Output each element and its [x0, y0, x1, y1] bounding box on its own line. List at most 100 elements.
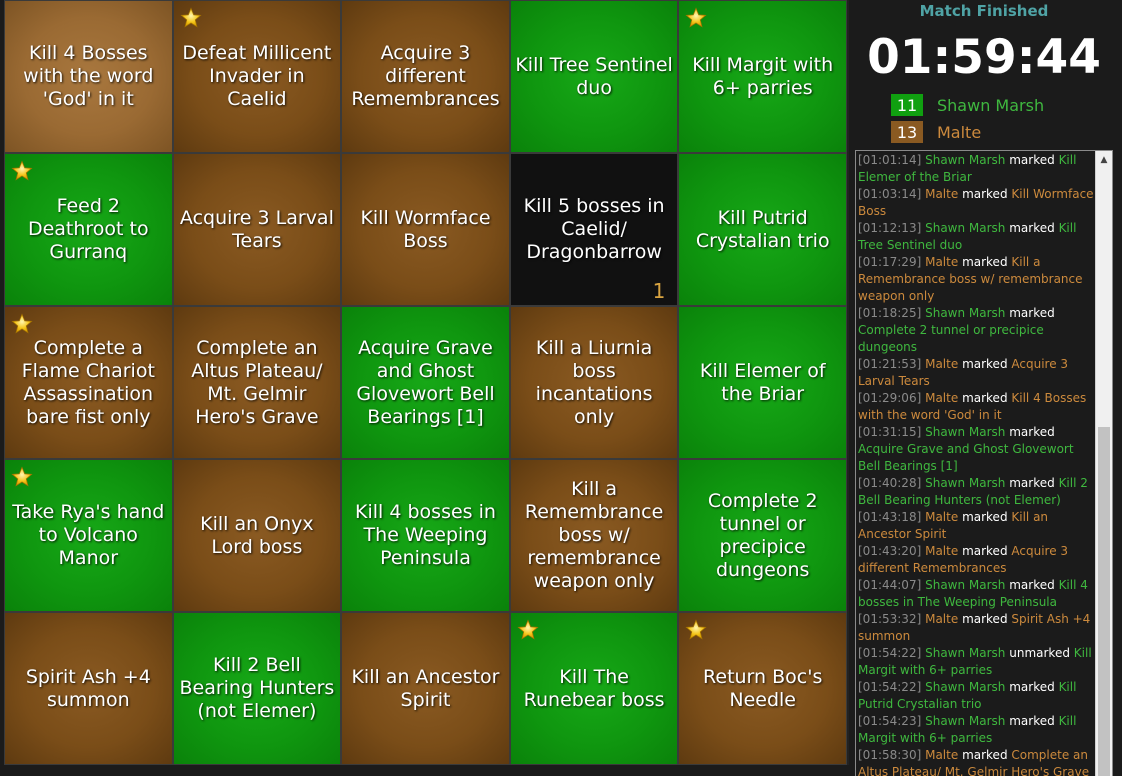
- bingo-cell-label: Kill an Ancestor Spirit: [351, 665, 500, 711]
- bingo-cell[interactable]: Complete a Flame Chariot Assassination b…: [4, 306, 173, 459]
- log-time: [01:21:53]: [858, 357, 922, 371]
- bingo-cell-label: Feed 2 Deathroot to Gurranq: [27, 195, 149, 263]
- bingo-cell-label: Kill a Remembrance boss w/ remembrance w…: [524, 478, 664, 592]
- log-time: [01:44:07]: [858, 578, 922, 592]
- bingo-cell[interactable]: Acquire 3 different Remembrances: [341, 0, 510, 153]
- bingo-cell-label: Kill Wormface Boss: [360, 206, 491, 252]
- bingo-cell[interactable]: Complete 2 tunnel or precipice dungeons: [678, 459, 847, 612]
- bingo-cell[interactable]: Kill 2 Bell Bearing Hunters (not Elemer): [172, 612, 342, 765]
- bingo-cell[interactable]: Kill a Remembrance boss w/ remembrance w…: [509, 459, 679, 612]
- log-time: [01:53:32]: [858, 612, 922, 626]
- log-scrollbar[interactable]: ▲: [1095, 151, 1112, 776]
- log-player: Shawn Marsh: [925, 221, 1006, 235]
- scroll-up-arrow-icon[interactable]: ▲: [1096, 151, 1112, 168]
- bingo-cell[interactable]: Kill Wormface Boss: [341, 153, 510, 306]
- bingo-cell[interactable]: Kill Putrid Crystalian trio: [678, 153, 847, 306]
- bingo-cell-label: Kill Tree Sentinel duo: [515, 53, 673, 99]
- log-entry: [01:58:30] Malte marked Complete an Altu…: [858, 747, 1094, 776]
- bingo-cell-label: Return Boc's Needle: [703, 665, 823, 711]
- activity-log[interactable]: [01:01:14] Shawn Marsh marked Kill Eleme…: [855, 150, 1113, 776]
- bingo-cell-label: Acquire 3 different Remembrances: [351, 42, 500, 110]
- sidebar: Match Finished 01:59:44 11 Shawn Marsh 1…: [850, 0, 1122, 776]
- log-action: marked: [1009, 714, 1055, 728]
- log-time: [01:54:22]: [858, 646, 922, 660]
- log-action: marked: [1009, 153, 1055, 167]
- bingo-cell[interactable]: Kill an Ancestor Spirit: [341, 612, 510, 765]
- log-time: [01:12:13]: [858, 221, 922, 235]
- log-action: marked: [1009, 578, 1055, 592]
- bingo-cell-label: Spirit Ash +4 summon: [25, 665, 151, 711]
- log-action: marked: [962, 391, 1008, 405]
- bingo-cell-label: Kill 4 Bosses with the word 'God' in it: [23, 42, 154, 110]
- log-player: Shawn Marsh: [925, 425, 1006, 439]
- bingo-cell[interactable]: Kill 4 Bosses with the word 'God' in it: [4, 0, 173, 153]
- bingo-cell-label: Kill Putrid Crystalian trio: [695, 206, 830, 252]
- log-player: Malte: [925, 748, 959, 762]
- bingo-cell[interactable]: Return Boc's Needle: [678, 612, 847, 765]
- log-action: marked: [1009, 425, 1055, 439]
- log-player: Malte: [925, 391, 959, 405]
- bingo-cell[interactable]: Kill The Runebear boss: [509, 612, 679, 765]
- log-player: Malte: [925, 612, 959, 626]
- player-name: Shawn Marsh: [937, 95, 1045, 115]
- star-icon: [11, 313, 33, 335]
- bingo-cell-label: Complete an Altus Plateau/ Mt. Gelmir He…: [191, 336, 323, 428]
- log-action: marked: [962, 357, 1008, 371]
- bingo-cell-label: Kill an Onyx Lord boss: [200, 512, 314, 558]
- bingo-cell[interactable]: Feed 2 Deathroot to Gurranq: [4, 153, 173, 306]
- bingo-board: Kill 4 Bosses with the word 'God' in it D…: [4, 0, 849, 765]
- log-action: marked: [1009, 306, 1055, 320]
- bingo-cell-label: Kill 4 bosses in The Weeping Peninsula: [355, 501, 496, 569]
- scroll-thumb[interactable]: [1098, 427, 1110, 776]
- bingo-cell[interactable]: Spirit Ash +4 summon: [4, 612, 173, 765]
- log-player: Shawn Marsh: [925, 306, 1006, 320]
- bingo-cell[interactable]: Acquire 3 Larval Tears: [172, 153, 342, 306]
- log-time: [01:03:14]: [858, 187, 922, 201]
- log-time: [01:29:06]: [858, 391, 922, 405]
- log-time: [01:18:25]: [858, 306, 922, 320]
- bingo-cell-label: Kill 5 bosses in Caelid/ Dragonbarrow: [523, 195, 665, 263]
- bingo-cell[interactable]: Defeat Millicent Invader in Caelid: [172, 0, 342, 153]
- star-icon: [685, 619, 707, 641]
- bingo-cell-label: Complete a Flame Chariot Assassination b…: [21, 336, 155, 428]
- log-entry: [01:43:20] Malte marked Acquire 3 differ…: [858, 543, 1094, 577]
- log-player: Shawn Marsh: [925, 476, 1006, 490]
- bingo-cell[interactable]: Complete an Altus Plateau/ Mt. Gelmir He…: [172, 306, 342, 459]
- log-entry: [01:53:32] Malte marked Spirit Ash +4 su…: [858, 611, 1094, 645]
- bingo-cell-label: Kill Margit with 6+ parries: [692, 53, 834, 99]
- log-player: Malte: [925, 255, 959, 269]
- bingo-cell[interactable]: Kill 5 bosses in Caelid/ Dragonbarrow 1: [509, 153, 679, 306]
- bingo-cell[interactable]: Kill 4 bosses in The Weeping Peninsula: [341, 459, 510, 612]
- cell-counter: 1: [652, 279, 666, 303]
- bingo-cell-label: Take Rya's hand to Volcano Manor: [12, 501, 165, 569]
- bingo-cell[interactable]: Acquire Grave and Ghost Glovewort Bell B…: [341, 306, 510, 459]
- bingo-cell[interactable]: Take Rya's hand to Volcano Manor: [4, 459, 173, 612]
- bingo-cell[interactable]: Kill a Liurnia boss incantations only: [509, 306, 679, 459]
- bingo-cell[interactable]: Kill an Onyx Lord boss: [172, 459, 342, 612]
- log-entry: [01:17:29] Malte marked Kill a Remembran…: [858, 254, 1094, 305]
- bingo-cell-label: Acquire 3 Larval Tears: [179, 206, 334, 252]
- log-time: [01:43:20]: [858, 544, 922, 558]
- bingo-cell[interactable]: Kill Tree Sentinel duo: [509, 0, 679, 153]
- player-row-shawn: 11 Shawn Marsh: [891, 94, 1044, 116]
- log-entry: [01:54:23] Shawn Marsh marked Kill Margi…: [858, 713, 1094, 747]
- log-player: Shawn Marsh: [925, 646, 1006, 660]
- log-action: marked: [962, 255, 1008, 269]
- bingo-cell[interactable]: Kill Elemer of the Briar: [678, 306, 847, 459]
- bingo-cell-label: Complete 2 tunnel or precipice dungeons: [707, 489, 818, 581]
- log-entry: [01:29:06] Malte marked Kill 4 Bosses wi…: [858, 390, 1094, 424]
- log-time: [01:40:28]: [858, 476, 922, 490]
- bingo-cell[interactable]: Kill Margit with 6+ parries: [678, 0, 847, 153]
- log-time: [01:01:14]: [858, 153, 922, 167]
- log-player: Malte: [925, 187, 959, 201]
- star-icon: [517, 619, 539, 641]
- log-entry: [01:18:25] Shawn Marsh marked Complete 2…: [858, 305, 1094, 356]
- star-icon: [11, 160, 33, 182]
- log-time: [01:31:15]: [858, 425, 922, 439]
- log-entry: [01:43:18] Malte marked Kill an Ancestor…: [858, 509, 1094, 543]
- log-action: unmarked: [1009, 646, 1070, 660]
- log-player: Shawn Marsh: [925, 153, 1006, 167]
- log-action: marked: [1009, 476, 1055, 490]
- star-icon: [180, 7, 202, 29]
- player-name: Malte: [937, 122, 982, 142]
